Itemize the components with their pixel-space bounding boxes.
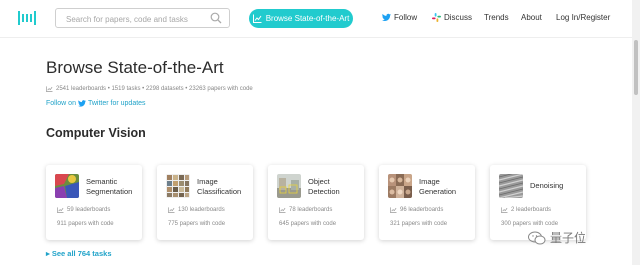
task-thumbnail	[499, 174, 523, 198]
task-thumbnail	[388, 174, 412, 198]
chart-icon	[279, 207, 286, 213]
nav-about-label: About	[521, 13, 542, 22]
task-card-object-detection[interactable]: Object Detection 78 leaderboards 645 pap…	[268, 165, 364, 240]
nav-trends[interactable]: Trends	[484, 13, 509, 22]
task-card-title[interactable]: Denoising	[530, 181, 584, 191]
chart-icon	[252, 14, 262, 23]
task-thumbnail	[55, 174, 79, 198]
leaderboards-label: 59 leaderboards	[67, 207, 111, 213]
leaderboards-count: 130 leaderboards	[168, 207, 225, 213]
see-all-tasks-link[interactable]: ▸ See all 764 tasks	[46, 249, 112, 258]
search-input[interactable]	[56, 10, 206, 29]
watermark: 量子位	[528, 229, 586, 246]
leaderboards-label: 2 leaderboards	[511, 207, 552, 213]
section-title-computer-vision: Computer Vision	[46, 126, 146, 140]
see-all-label: See all 764 tasks	[51, 249, 112, 258]
papers-count: 321 papers with code	[390, 221, 448, 227]
nav-login[interactable]: Log In/Register	[556, 13, 610, 22]
leaderboards-count: 78 leaderboards	[279, 207, 332, 213]
task-thumbnail	[166, 174, 190, 198]
nav-discuss-label: Discuss	[444, 13, 473, 22]
task-card-title[interactable]: Image Generation	[419, 177, 473, 196]
watermark-text: 量子位	[550, 231, 587, 245]
nav-follow-label: Follow	[394, 13, 418, 22]
task-card-image-generation[interactable]: Image Generation 96 leaderboards 321 pap…	[379, 165, 475, 240]
papers-count: 775 papers with code	[168, 221, 226, 227]
task-card-semantic-segmentation[interactable]: Semantic Segmentation 59 leaderboards 91…	[46, 165, 142, 240]
leaderboards-label: 78 leaderboards	[289, 207, 333, 213]
task-card-title[interactable]: Semantic Segmentation	[86, 177, 140, 196]
twitter-icon	[77, 100, 86, 107]
task-card-title[interactable]: Image Classification	[197, 177, 251, 196]
leaderboards-count: 2 leaderboards	[501, 207, 551, 213]
slack-icon	[432, 13, 441, 22]
page-title: Browse State-of-the-Art	[46, 58, 224, 77]
browse-sota-button[interactable]: Browse State-of-the-Art	[249, 9, 353, 28]
browse-sota-label: Browse State-of-the-Art	[265, 14, 350, 23]
nav-trends-label: Trends	[484, 13, 509, 22]
leaderboards-label: 130 leaderboards	[178, 207, 225, 213]
follow-prefix: Follow on	[46, 100, 76, 107]
twitter-follow-link[interactable]: Twitter for updates	[88, 100, 146, 107]
site-stats-text: 2541 leaderboards • 1519 tasks • 2298 da…	[56, 86, 253, 92]
chart-icon	[501, 207, 508, 213]
nav-about[interactable]: About	[521, 13, 542, 22]
nav-discuss[interactable]: Discuss	[432, 13, 472, 22]
site-stats: 2541 leaderboards • 1519 tasks • 2298 da…	[46, 86, 253, 92]
chart-icon	[168, 207, 175, 213]
task-card-title[interactable]: Object Detection	[308, 177, 362, 196]
wechat-icon	[528, 231, 546, 244]
nav-login-label: Log In/Register	[556, 13, 611, 22]
search-icon[interactable]	[210, 12, 222, 24]
leaderboards-count: 59 leaderboards	[57, 207, 110, 213]
task-card-image-classification[interactable]: Image Classification 130 leaderboards 77…	[157, 165, 253, 240]
twitter-icon	[382, 13, 391, 22]
top-navbar: Browse State-of-the-Art Follow Discuss T…	[0, 0, 640, 38]
nav-follow[interactable]: Follow	[382, 13, 417, 22]
twitter-follow: Follow on Twitter for updates	[46, 100, 146, 107]
chart-icon	[390, 207, 397, 213]
papers-count: 645 papers with code	[279, 221, 337, 227]
chart-icon	[57, 207, 64, 213]
scrollbar-thumb[interactable]	[634, 40, 638, 95]
chart-icon	[46, 86, 53, 92]
leaderboards-count: 96 leaderboards	[390, 207, 443, 213]
search-box[interactable]	[55, 8, 230, 29]
leaderboards-label: 96 leaderboards	[400, 207, 444, 213]
papers-with-code-logo[interactable]	[18, 10, 36, 26]
papers-count: 911 papers with code	[57, 221, 114, 227]
task-thumbnail	[277, 174, 301, 198]
papers-count: 300 papers with code	[501, 221, 559, 227]
